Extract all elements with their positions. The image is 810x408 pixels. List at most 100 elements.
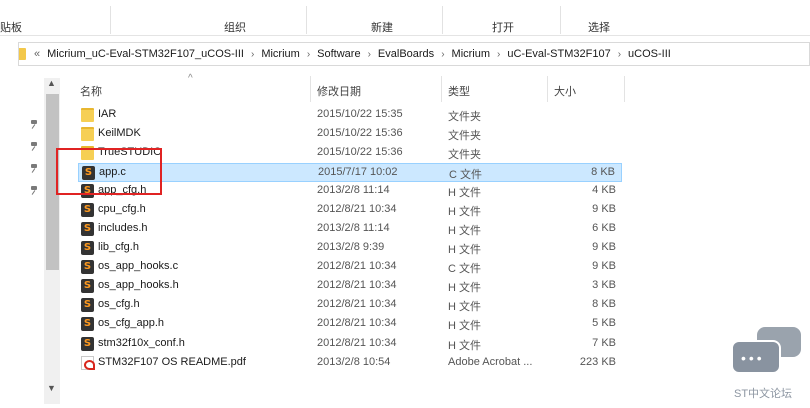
file-date: 2012/8/21 10:34 — [317, 279, 397, 291]
breadcrumb-item[interactable]: uCOS-III — [628, 48, 671, 60]
file-row[interactable]: S cpu_cfg.h 2012/8/21 10:34 H 文件 9 KB — [78, 201, 622, 220]
ribbon-group-clipboard[interactable]: 贴板 — [0, 19, 22, 35]
breadcrumb-item[interactable]: Software — [317, 48, 360, 60]
file-row[interactable]: S os_cfg_app.h 2012/8/21 10:34 H 文件 5 KB — [78, 315, 622, 334]
file-size: 4 KB — [592, 184, 616, 196]
file-date: 2013/2/8 11:14 — [317, 184, 390, 196]
file-row[interactable]: S os_cfg.h 2012/8/21 10:34 H 文件 8 KB — [78, 296, 622, 315]
file-date: 2012/8/21 10:34 — [317, 317, 397, 329]
sublime-file-icon: S — [81, 337, 94, 351]
sort-ascending-icon: ^ — [188, 73, 193, 84]
file-type: H 文件 — [448, 225, 481, 237]
file-name: IAR — [98, 108, 117, 120]
file-date: 2015/10/22 15:35 — [317, 108, 403, 120]
ribbon-group-open[interactable]: 打开 — [492, 19, 514, 35]
chevron-right-icon[interactable]: › — [618, 49, 621, 60]
file-date: 2013/2/8 9:39 — [317, 241, 385, 253]
file-name: os_cfg.h — [98, 298, 140, 310]
chevron-right-icon[interactable]: › — [307, 49, 310, 60]
file-date: 2012/8/21 10:34 — [317, 260, 397, 272]
watermark-dots: ••• — [741, 350, 765, 366]
file-size: 9 KB — [592, 260, 616, 272]
file-row[interactable]: S lib_cfg.h 2013/2/8 9:39 H 文件 9 KB — [78, 239, 622, 258]
annotation-highlight-box — [56, 148, 162, 195]
sublime-file-icon: S — [81, 203, 94, 217]
column-header-date[interactable]: 修改日期 — [317, 80, 361, 102]
chevron-right-icon[interactable]: › — [497, 49, 500, 60]
folder-icon — [81, 108, 94, 122]
pin-icon[interactable] — [30, 164, 38, 172]
file-type: 文件夹 — [448, 149, 481, 161]
file-date: 2013/2/8 10:54 — [317, 356, 391, 368]
file-date: 2015/7/17 10:02 — [318, 166, 398, 178]
address-bar[interactable]: « Micrium_uC-Eval-STM32F107_uCOS-III › M… — [18, 42, 810, 66]
column-divider[interactable] — [310, 76, 311, 102]
file-size: 8 KB — [591, 166, 615, 178]
file-name: stm32f10x_conf.h — [98, 337, 185, 349]
pdf-icon — [81, 356, 95, 370]
file-row[interactable]: IAR 2015/10/22 15:35 文件夹 — [78, 106, 622, 125]
file-date: 2015/10/22 15:36 — [317, 127, 403, 139]
file-type: H 文件 — [448, 340, 481, 352]
file-row[interactable]: S os_app_hooks.h 2012/8/21 10:34 H 文件 3 … — [78, 277, 622, 296]
file-name: cpu_cfg.h — [98, 203, 146, 215]
column-divider[interactable] — [441, 76, 442, 102]
file-row[interactable]: STM32F107 OS README.pdf 2013/2/8 10:54 A… — [78, 354, 622, 373]
ribbon-group-organize[interactable]: 组织 — [224, 19, 246, 35]
pin-icon[interactable] — [30, 142, 38, 150]
ribbon-group-select[interactable]: 选择 — [588, 19, 610, 35]
file-date: 2012/8/21 10:34 — [317, 337, 397, 349]
file-name: STM32F107 OS README.pdf — [98, 356, 246, 368]
watermark-text: ST中文论坛 — [734, 388, 793, 400]
file-size: 8 KB — [592, 298, 616, 310]
pin-icon[interactable] — [30, 186, 38, 194]
column-header-size[interactable]: 大小 — [554, 80, 576, 102]
chevron-right-icon[interactable]: › — [441, 49, 444, 60]
column-header-type[interactable]: 类型 — [448, 80, 470, 102]
file-type: H 文件 — [448, 320, 481, 332]
breadcrumb-overflow-button[interactable]: « — [34, 48, 40, 60]
file-date: 2012/8/21 10:34 — [317, 298, 397, 310]
file-size: 9 KB — [592, 241, 616, 253]
sublime-file-icon: S — [81, 279, 94, 293]
ribbon-separator — [442, 6, 443, 34]
sublime-file-icon: S — [81, 222, 94, 236]
file-name: KeilMDK — [98, 127, 141, 139]
file-row[interactable]: S os_app_hooks.c 2012/8/21 10:34 C 文件 9 … — [78, 258, 622, 277]
file-row[interactable]: S includes.h 2013/2/8 11:14 H 文件 6 KB — [78, 220, 622, 239]
ribbon: 贴板 组织 新建 打开 选择 — [0, 0, 810, 36]
breadcrumb-item[interactable]: Micrium — [452, 48, 491, 60]
scroll-up-arrow-icon[interactable]: ▲ — [47, 78, 56, 88]
file-type: 文件夹 — [448, 130, 481, 142]
column-divider[interactable] — [624, 76, 625, 102]
ribbon-separator — [110, 6, 111, 34]
file-size: 3 KB — [592, 279, 616, 291]
folder-icon — [19, 48, 26, 60]
scroll-down-arrow-icon[interactable]: ▼ — [47, 383, 56, 393]
file-date: 2013/2/8 11:14 — [317, 222, 390, 234]
ribbon-separator — [306, 6, 307, 34]
column-divider[interactable] — [547, 76, 548, 102]
sublime-file-icon: S — [81, 317, 94, 331]
chevron-right-icon[interactable]: › — [251, 49, 254, 60]
file-name: os_cfg_app.h — [98, 317, 165, 329]
breadcrumb-item[interactable]: EvalBoards — [378, 48, 434, 60]
file-name: lib_cfg.h — [98, 241, 139, 253]
pin-icon[interactable] — [30, 120, 38, 128]
file-row[interactable]: KeilMDK 2015/10/22 15:36 文件夹 — [78, 125, 622, 144]
ribbon-group-new[interactable]: 新建 — [371, 19, 393, 35]
file-size: 223 KB — [579, 356, 616, 368]
breadcrumb-item[interactable]: uC-Eval-STM32F107 — [507, 48, 610, 60]
file-name: os_app_hooks.c — [98, 260, 179, 272]
breadcrumb-item[interactable]: Micrium_uC-Eval-STM32F107_uCOS-III — [47, 48, 244, 60]
file-type: 文件夹 — [448, 111, 481, 123]
column-header-name[interactable]: 名称 — [80, 80, 102, 102]
folder-icon — [81, 127, 94, 141]
chevron-right-icon[interactable]: › — [368, 49, 371, 60]
file-size: 6 KB — [592, 222, 616, 234]
file-type: C 文件 — [448, 263, 481, 275]
breadcrumb-item[interactable]: Micrium — [261, 48, 300, 60]
file-type: H 文件 — [448, 206, 481, 218]
file-size: 7 KB — [592, 337, 616, 349]
file-row[interactable]: S stm32f10x_conf.h 2012/8/21 10:34 H 文件 … — [78, 335, 622, 354]
